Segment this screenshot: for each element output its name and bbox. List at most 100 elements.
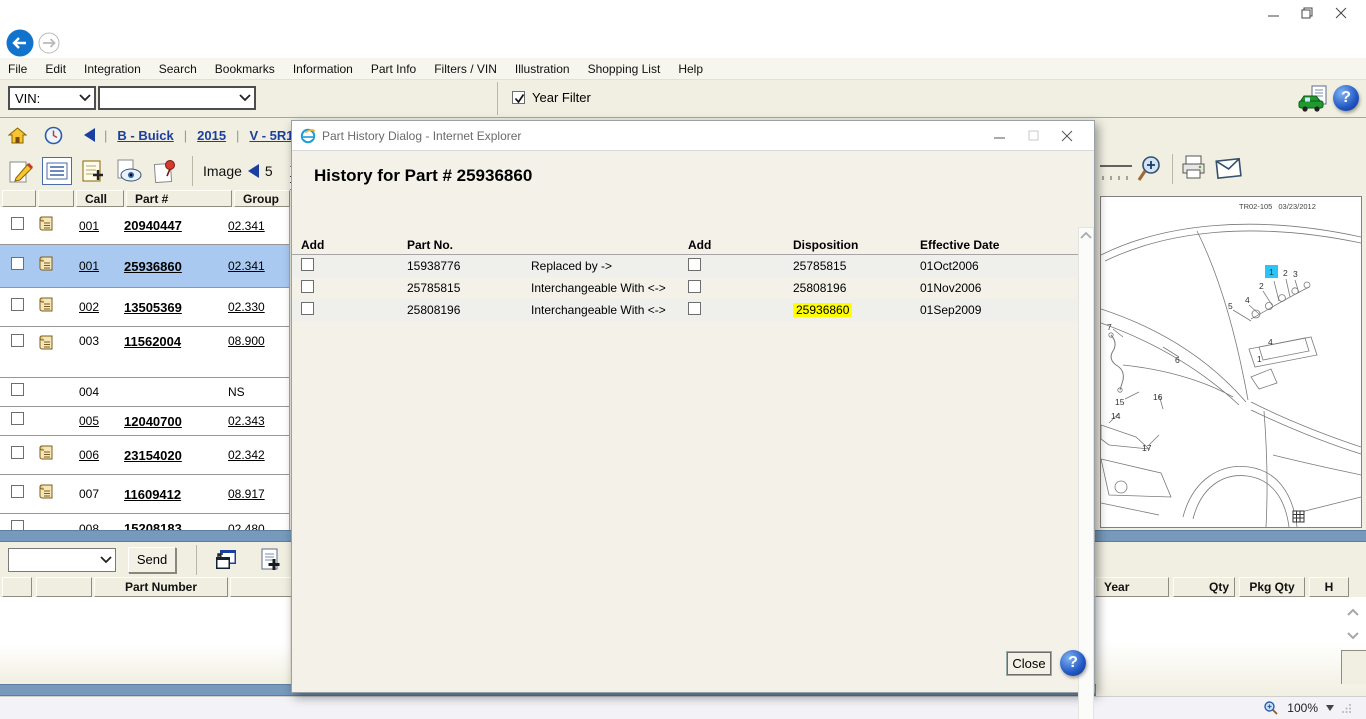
cart-header-qty[interactable]: Qty: [1173, 577, 1235, 597]
row-checkbox[interactable]: [11, 334, 24, 347]
group-link[interactable]: 02.343: [228, 414, 289, 428]
part-number-link[interactable]: 13505369: [118, 300, 228, 315]
header-part[interactable]: Part #: [126, 190, 232, 207]
menu-illustration[interactable]: Illustration: [515, 62, 570, 76]
cart-header-blank[interactable]: [230, 577, 292, 597]
cart-header-year[interactable]: Year: [1095, 577, 1169, 597]
group-link[interactable]: 02.342: [228, 448, 289, 462]
part-number-link[interactable]: 12040700: [118, 414, 228, 429]
zoom-level[interactable]: 100%: [1287, 701, 1318, 715]
header-checkbox-column[interactable]: [2, 190, 36, 207]
part-number-link[interactable]: 11562004: [118, 334, 228, 349]
window-restore-button[interactable]: [1290, 2, 1324, 24]
history-add-checkbox[interactable]: [688, 302, 701, 315]
menu-file[interactable]: File: [8, 62, 27, 76]
edit-notes-button[interactable]: [6, 157, 36, 185]
callout-label[interactable]: 6: [1175, 355, 1180, 365]
pin-note-button[interactable]: [150, 157, 180, 185]
call-link[interactable]: 005: [66, 414, 118, 428]
call-link[interactable]: 006: [66, 448, 118, 462]
row-checkbox[interactable]: [11, 257, 24, 270]
part-number-link[interactable]: 20940447: [118, 218, 228, 233]
table-row[interactable]: 005 12040700 02.343: [0, 407, 289, 436]
history-add-checkbox[interactable]: [301, 258, 314, 271]
group-link[interactable]: 02.330: [228, 300, 289, 314]
nav-back-button[interactable]: [74, 121, 104, 149]
menu-shopping-list[interactable]: Shopping List: [588, 62, 661, 76]
vin-value-select[interactable]: [98, 86, 256, 110]
breadcrumb-make[interactable]: B - Buick: [117, 128, 173, 143]
callout-label[interactable]: 2: [1259, 281, 1264, 291]
dialog-titlebar[interactable]: Part History Dialog - Internet Explorer: [292, 121, 1094, 151]
add-to-list-button[interactable]: [255, 546, 285, 574]
row-checkbox[interactable]: [11, 446, 24, 459]
cart-header-h[interactable]: H: [1309, 577, 1349, 597]
home-button[interactable]: [2, 121, 32, 149]
callout-label[interactable]: 4: [1245, 295, 1250, 305]
note-scroll-icon[interactable]: [38, 444, 55, 461]
callout-label[interactable]: 4: [1268, 337, 1273, 347]
header-icon-column[interactable]: [38, 190, 74, 207]
call-link[interactable]: 001: [66, 219, 118, 233]
table-row-selected[interactable]: 001 25936860 02.341: [0, 245, 289, 288]
close-button[interactable]: Close: [1007, 652, 1051, 675]
table-row[interactable]: 004 NS: [0, 378, 289, 407]
dialog-scrollbar[interactable]: [1078, 227, 1094, 719]
cart-header-blank[interactable]: [36, 577, 92, 597]
menu-integration[interactable]: Integration: [84, 62, 141, 76]
cart-scrollbar[interactable]: [1346, 608, 1360, 640]
scroll-down-icon[interactable]: [1346, 631, 1360, 640]
history-add-checkbox[interactable]: [301, 302, 314, 315]
history-add-checkbox[interactable]: [688, 258, 701, 271]
breadcrumb-year[interactable]: 2015: [197, 128, 226, 143]
note-scroll-icon[interactable]: [38, 296, 55, 313]
row-checkbox[interactable]: [11, 217, 24, 230]
part-number-link[interactable]: 11609412: [118, 487, 228, 502]
zoom-in-button[interactable]: [1136, 154, 1164, 189]
group-link[interactable]: 02.341: [228, 219, 289, 233]
callout-label[interactable]: 15: [1115, 397, 1125, 407]
call-link[interactable]: 002: [66, 300, 118, 314]
window-close-button[interactable]: [1324, 2, 1358, 24]
history-add-checkbox[interactable]: [301, 280, 314, 293]
zoom-magnifier-icon[interactable]: [1263, 700, 1279, 716]
callout-label[interactable]: 17: [1142, 443, 1152, 453]
dialog-maximize-button[interactable]: [1016, 125, 1050, 147]
history-add-checkbox[interactable]: [688, 280, 701, 293]
row-checkbox[interactable]: [11, 412, 24, 425]
cart-header-blank[interactable]: [2, 577, 32, 597]
scroll-up-icon[interactable]: [1346, 608, 1360, 617]
group-link[interactable]: 08.917: [228, 487, 289, 501]
header-call[interactable]: Call: [76, 190, 124, 207]
cart-header-part-number[interactable]: Part Number: [94, 577, 228, 597]
cart-action-select[interactable]: [8, 548, 116, 572]
send-button[interactable]: Send: [128, 547, 176, 573]
table-row[interactable]: 003 11562004 08.900: [0, 327, 289, 378]
row-checkbox[interactable]: [11, 383, 24, 396]
header-group[interactable]: Group: [234, 190, 290, 207]
dialog-close-button[interactable]: [1050, 125, 1084, 147]
window-minimize-button[interactable]: [1256, 2, 1290, 24]
callout-label[interactable]: 2: [1283, 268, 1288, 278]
resize-grip-icon[interactable]: [1342, 703, 1352, 713]
callout-label[interactable]: 14: [1111, 411, 1121, 421]
note-scroll-icon[interactable]: [38, 483, 55, 500]
export-window-button[interactable]: [211, 546, 241, 574]
row-checkbox[interactable]: [11, 485, 24, 498]
callout-label[interactable]: 16: [1153, 392, 1163, 402]
callout-label-highlighted[interactable]: 1: [1269, 267, 1274, 277]
scroll-up-icon[interactable]: [1080, 231, 1092, 239]
callout-label[interactable]: 1: [1257, 354, 1262, 364]
callout-label[interactable]: 7: [1107, 322, 1112, 332]
add-catalog-button[interactable]: [78, 157, 108, 185]
table-row[interactable]: 007 11609412 08.917: [0, 475, 289, 514]
call-link[interactable]: 001: [66, 259, 118, 273]
history-button[interactable]: [38, 121, 68, 149]
forward-button[interactable]: [38, 32, 60, 59]
vin-select[interactable]: VIN:: [8, 86, 96, 110]
callout-label[interactable]: 5: [1228, 301, 1233, 311]
menu-information[interactable]: Information: [293, 62, 353, 76]
menu-help[interactable]: Help: [678, 62, 703, 76]
email-button[interactable]: [1214, 154, 1244, 187]
illustration-panel[interactable]: TR02-10503/23/2012: [1100, 196, 1362, 528]
